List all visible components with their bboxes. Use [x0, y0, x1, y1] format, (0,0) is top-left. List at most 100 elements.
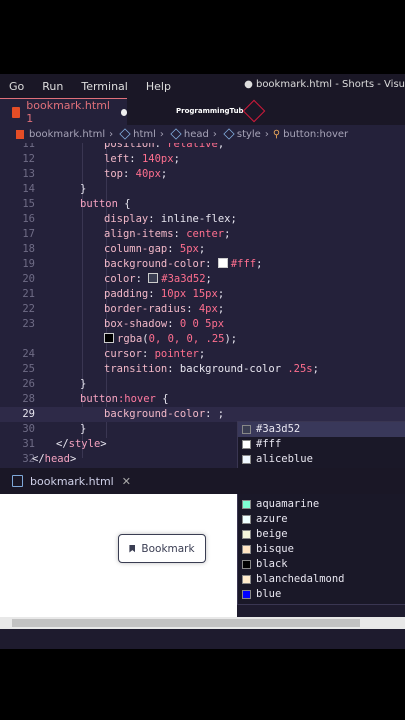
unsaved-dot-icon[interactable] — [120, 108, 128, 116]
color-swatch-icon — [242, 425, 251, 434]
window-title: ● bookmark.html - Shorts - Visu — [244, 79, 405, 90]
code-line[interactable]: 19 background-color: #fff; — [0, 257, 405, 272]
code-token: : — [167, 318, 180, 330]
code-token: ; — [217, 303, 225, 315]
chevron-right-icon: › — [264, 128, 269, 140]
code-token: display — [104, 213, 149, 225]
preview-tab-bar: bookmark.html ✕ — [0, 468, 405, 494]
suggestion-label: blanchedalmond — [256, 573, 345, 585]
code-token: background-color — [104, 258, 206, 270]
color-swatch-icon[interactable] — [104, 333, 114, 343]
code-line[interactable]: 17 align-items: center; — [0, 227, 405, 242]
code-token: </ — [32, 453, 45, 465]
line-number: 18 — [22, 243, 35, 255]
chevron-right-icon: › — [159, 128, 164, 140]
code-line[interactable]: 16 display: inline-flex; — [0, 212, 405, 227]
code-text: box-shadow: 0 0 5px — [104, 317, 224, 332]
line-number: 24 — [22, 348, 35, 360]
breadcrumb-selector[interactable]: button:hover — [283, 129, 348, 140]
suggestion-item[interactable]: blanchedalmond — [238, 572, 405, 587]
color-swatch-icon — [242, 500, 251, 509]
code-line[interactable]: rgba(0, 0, 0, .25); — [0, 332, 405, 347]
suggestion-item[interactable]: #fff — [238, 437, 405, 452]
code-token: > — [69, 453, 77, 465]
code-line[interactable]: 18 column-gap: 5px; — [0, 242, 405, 257]
code-line[interactable]: 29 background-color: ; — [0, 407, 405, 422]
code-line[interactable]: 24 cursor: pointer; — [0, 347, 405, 362]
code-token: : — [167, 363, 180, 375]
breadcrumb-head[interactable]: head — [184, 129, 209, 140]
suggestion-item[interactable]: blue — [238, 587, 405, 602]
code-token: 0 0 5px — [179, 318, 225, 330]
code-token: } — [80, 183, 87, 195]
tab-preview-bookmark[interactable]: bookmark.html ✕ — [0, 468, 131, 494]
html-file-icon — [16, 129, 24, 139]
chevron-right-icon: › — [212, 128, 217, 140]
code-text: cursor: pointer; — [104, 347, 205, 362]
code-line[interactable]: 25 transition: background-color .25s; — [0, 362, 405, 377]
code-line[interactable]: 15 button { — [0, 197, 405, 212]
menu-terminal[interactable]: Terminal — [72, 80, 137, 93]
code-token: #3a3d52 — [161, 273, 206, 285]
breadcrumb-html[interactable]: html — [133, 129, 156, 140]
code-line[interactable]: 26} — [0, 377, 405, 392]
code-token: ; — [256, 258, 263, 270]
tab-bookmark-html[interactable]: bookmark.html 1 — [0, 98, 128, 125]
html-file-icon — [12, 106, 21, 118]
suggestion-item[interactable]: black — [238, 557, 405, 572]
element-icon — [223, 128, 235, 140]
code-line[interactable]: 14} — [0, 182, 405, 197]
code-token: ; — [198, 243, 206, 255]
code-text: } — [80, 182, 86, 197]
code-token: { — [117, 198, 131, 210]
suggestion-item[interactable]: #3a3d52 — [238, 422, 405, 437]
horizontal-scrollbar[interactable] — [0, 617, 405, 629]
code-token: top — [104, 168, 123, 180]
suggestion-item[interactable]: aliceblue — [238, 452, 405, 467]
vscode-window: Go Run Terminal Help ● bookmark.html - S… — [0, 74, 405, 649]
code-line[interactable]: 13 top: 40px; — [0, 167, 405, 182]
menu-help[interactable]: Help — [137, 80, 180, 93]
code-line[interactable]: 22 border-radius: 4px; — [0, 302, 405, 317]
bookmark-icon — [129, 544, 136, 553]
breadcrumb-style[interactable]: style — [237, 129, 261, 140]
code-token: : ; — [205, 408, 225, 420]
code-text: </head> — [32, 452, 76, 467]
code-token: background-color — [104, 408, 206, 420]
breadcrumb-file[interactable]: bookmark.html — [29, 129, 105, 140]
bookmark-button[interactable]: Bookmark — [118, 534, 206, 563]
code-line[interactable]: 28 button:hover { — [0, 392, 405, 407]
code-token: button — [80, 393, 118, 405]
color-swatch-icon — [242, 455, 251, 464]
code-line[interactable]: 23 box-shadow: 0 0 5px — [0, 317, 405, 332]
code-text: </style> — [56, 437, 107, 452]
code-token: : — [141, 348, 155, 360]
code-line[interactable]: 11 position: relative; — [0, 143, 405, 152]
code-line[interactable]: 12 left: 140px; — [0, 152, 405, 167]
suggestion-item[interactable]: beige — [238, 527, 405, 542]
code-text: background-color: #fff; — [104, 257, 262, 272]
code-token: : — [167, 243, 180, 255]
suggestion-item[interactable]: aquamarine — [238, 497, 405, 512]
code-token: ; — [217, 288, 225, 300]
menu-run[interactable]: Run — [33, 80, 72, 93]
color-swatch-icon[interactable] — [148, 273, 159, 283]
color-swatch-icon[interactable] — [217, 258, 228, 268]
line-number: 31 — [22, 438, 35, 450]
scrollbar-thumb[interactable] — [12, 619, 360, 627]
code-token: 0, 0, 0, .25 — [148, 333, 225, 345]
code-token: </ — [56, 438, 69, 450]
suggestion-item[interactable]: bisque — [238, 542, 405, 557]
close-icon[interactable]: ✕ — [122, 475, 131, 488]
suggestion-item[interactable]: azure — [238, 512, 405, 527]
code-editor[interactable]: 11 position: relative; 12 left: 140px; 13 top… — [0, 143, 405, 468]
code-text: column-gap: 5px; — [104, 242, 205, 257]
code-line[interactable]: 21 padding: 10px 15px; — [0, 287, 405, 302]
color-swatch-icon — [242, 545, 251, 554]
menu-go[interactable]: Go — [0, 80, 33, 93]
line-number: 30 — [22, 423, 35, 435]
suggestion-label: blue — [256, 588, 282, 600]
code-line[interactable]: 20 color: #3a3d52; — [0, 272, 405, 287]
code-token: transition — [104, 363, 168, 375]
line-number: 20 — [22, 273, 35, 285]
